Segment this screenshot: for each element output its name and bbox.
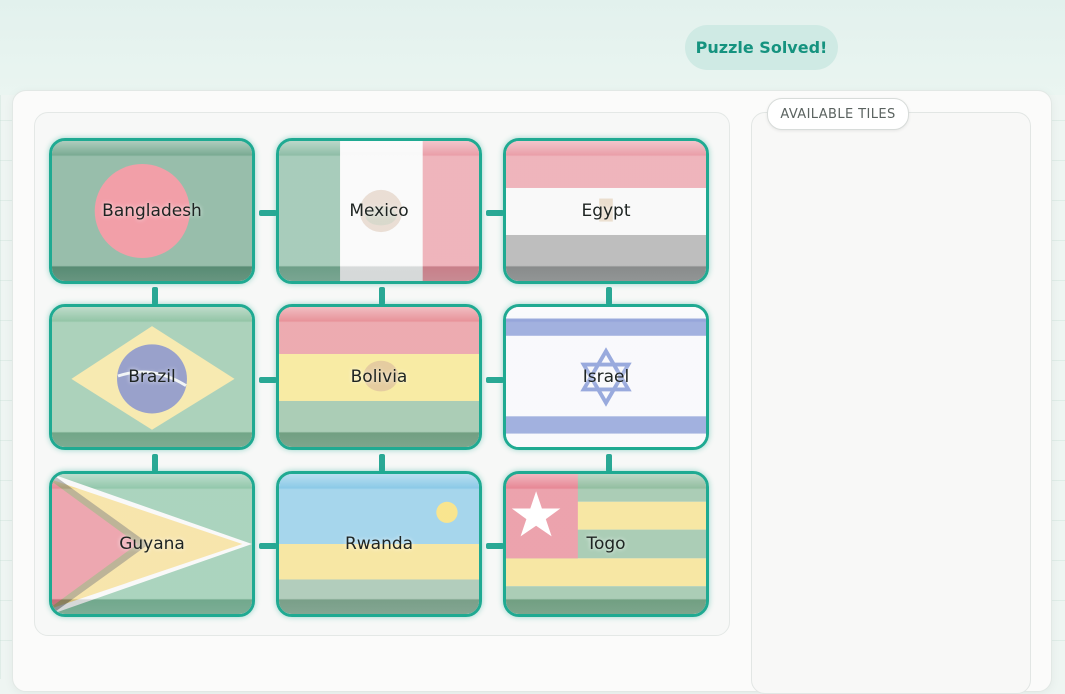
tile-rwanda[interactable]: Rwanda — [276, 471, 482, 617]
top-bar — [0, 0, 1065, 95]
tile-bolivia[interactable]: Bolivia — [276, 304, 482, 450]
tile-label: Israel — [582, 367, 630, 387]
tile-label: Togo — [586, 534, 626, 554]
available-tiles-label: AVAILABLE TILES — [767, 98, 909, 130]
connector — [379, 287, 385, 305]
tile-label: Bolivia — [350, 367, 408, 387]
connector — [152, 287, 158, 305]
connector — [379, 454, 385, 472]
tile-label: Brazil — [128, 367, 176, 387]
status-text: Puzzle Solved! — [695, 38, 828, 57]
connector — [606, 454, 612, 472]
connector — [259, 210, 277, 216]
tile-guyana[interactable]: Guyana — [49, 471, 255, 617]
available-tiles-tray[interactable] — [751, 112, 1031, 694]
connector — [259, 377, 277, 383]
tile-togo[interactable]: Togo — [503, 471, 709, 617]
tile-egypt[interactable]: Egypt — [503, 138, 709, 284]
tile-label: Egypt — [581, 201, 631, 221]
connector — [486, 543, 504, 549]
tile-label: Guyana — [119, 534, 185, 554]
status-badge: Puzzle Solved! — [685, 25, 838, 70]
connector — [259, 543, 277, 549]
tile-label: Rwanda — [344, 534, 414, 554]
tile-brazil[interactable]: Brazil — [49, 304, 255, 450]
tile-label: Mexico — [349, 201, 409, 221]
connector — [486, 210, 504, 216]
tile-label: Bangladesh — [102, 201, 202, 221]
tile-mexico[interactable]: Mexico — [276, 138, 482, 284]
tile-bangladesh[interactable]: Bangladesh — [49, 138, 255, 284]
tile-israel[interactable]: Israel — [503, 304, 709, 450]
connector — [486, 377, 504, 383]
connector — [606, 287, 612, 305]
connector — [152, 454, 158, 472]
